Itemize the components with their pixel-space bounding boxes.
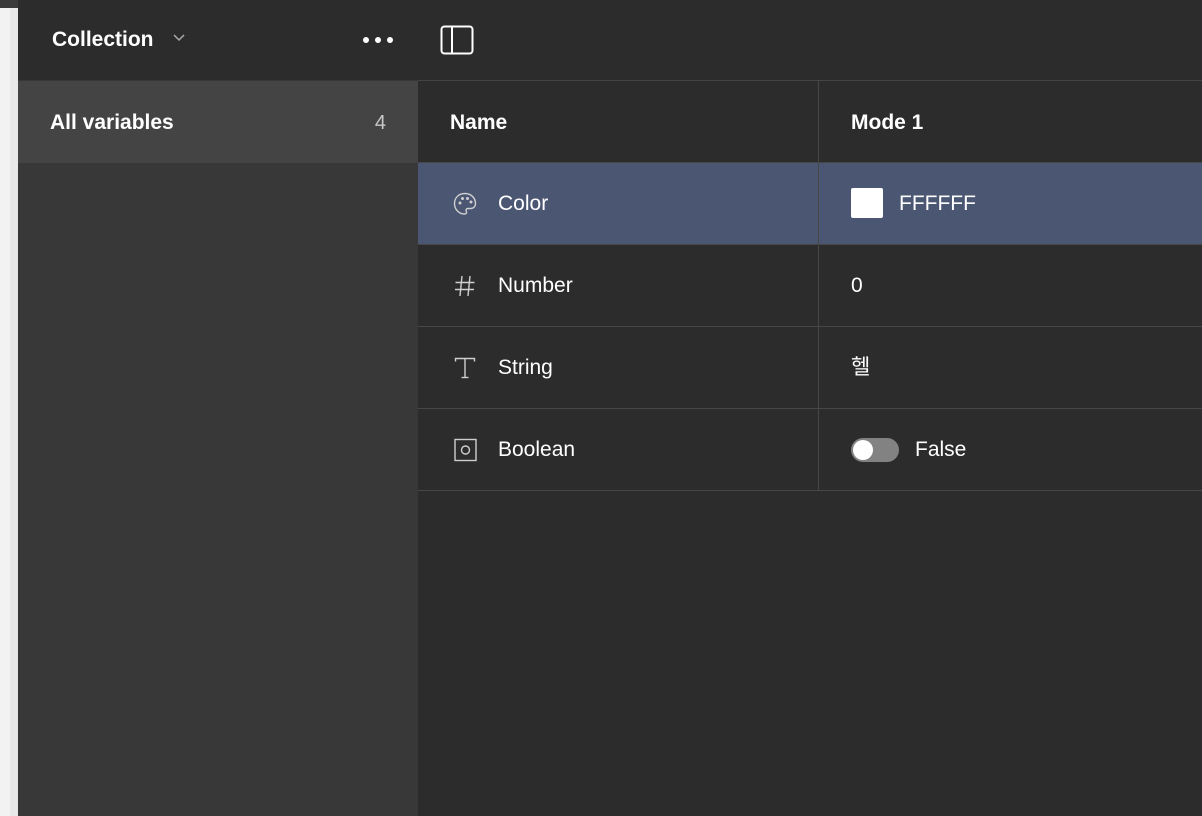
- header-cell-mode: Mode 1: [819, 81, 1202, 162]
- value-cell[interactable]: 헬: [819, 327, 1202, 408]
- left-edge-top-strip: [0, 0, 18, 8]
- sidebar: Collection All variables 4: [18, 0, 418, 816]
- table-row-color[interactable]: Color FFFFFF: [418, 163, 1202, 245]
- column-header-name: Name: [450, 111, 508, 134]
- text-type-icon: [454, 357, 476, 379]
- boolean-icon: [454, 438, 477, 462]
- variable-value: False: [915, 438, 967, 461]
- sidebar-item-all-variables[interactable]: All variables 4: [18, 81, 418, 163]
- variable-value: 0: [851, 274, 863, 297]
- color-swatch[interactable]: [851, 188, 883, 218]
- variables-table: Name Mode 1 Color FFFFFF Number 0 String…: [418, 81, 1202, 491]
- name-cell[interactable]: Color: [418, 163, 819, 244]
- table-row-number[interactable]: Number 0: [418, 245, 1202, 327]
- boolean-toggle[interactable]: [851, 438, 899, 462]
- sidebar-header: Collection: [18, 0, 418, 80]
- table-row-string[interactable]: String 헬: [418, 327, 1202, 409]
- chevron-down-icon[interactable]: [172, 32, 186, 44]
- variable-value: FFFFFF: [899, 192, 976, 215]
- left-window-edge: [0, 0, 18, 816]
- variables-panel: Name Mode 1 Color FFFFFF Number 0 String…: [418, 0, 1202, 816]
- variable-name: String: [498, 356, 553, 379]
- name-cell[interactable]: String: [418, 327, 819, 408]
- value-cell[interactable]: False: [819, 409, 1202, 490]
- variable-name: Color: [498, 192, 549, 215]
- all-variables-count: 4: [374, 112, 386, 134]
- toolbar: [418, 0, 1202, 81]
- more-horizontal-icon[interactable]: [358, 26, 398, 54]
- left-edge-inner: [0, 8, 10, 816]
- name-cell[interactable]: Boolean: [418, 409, 819, 490]
- variable-name: Boolean: [498, 438, 576, 461]
- sidebar-toggle-icon[interactable]: [440, 24, 474, 56]
- column-header-mode-1[interactable]: Mode 1: [851, 111, 923, 135]
- collection-title[interactable]: Collection: [52, 27, 154, 53]
- palette-icon: [453, 192, 477, 215]
- name-cell[interactable]: Number: [418, 245, 819, 326]
- hash-icon: [455, 275, 475, 297]
- all-variables-label: All variables: [50, 111, 174, 134]
- table-header-row: Name Mode 1: [418, 81, 1202, 163]
- header-cell-name: Name: [418, 81, 819, 162]
- table-row-boolean[interactable]: Boolean False: [418, 409, 1202, 491]
- value-cell[interactable]: FFFFFF: [819, 163, 1202, 244]
- value-cell[interactable]: 0: [819, 245, 1202, 326]
- variable-value: 헬: [851, 356, 871, 379]
- variable-name: Number: [498, 274, 573, 297]
- toggle-knob: [853, 440, 873, 460]
